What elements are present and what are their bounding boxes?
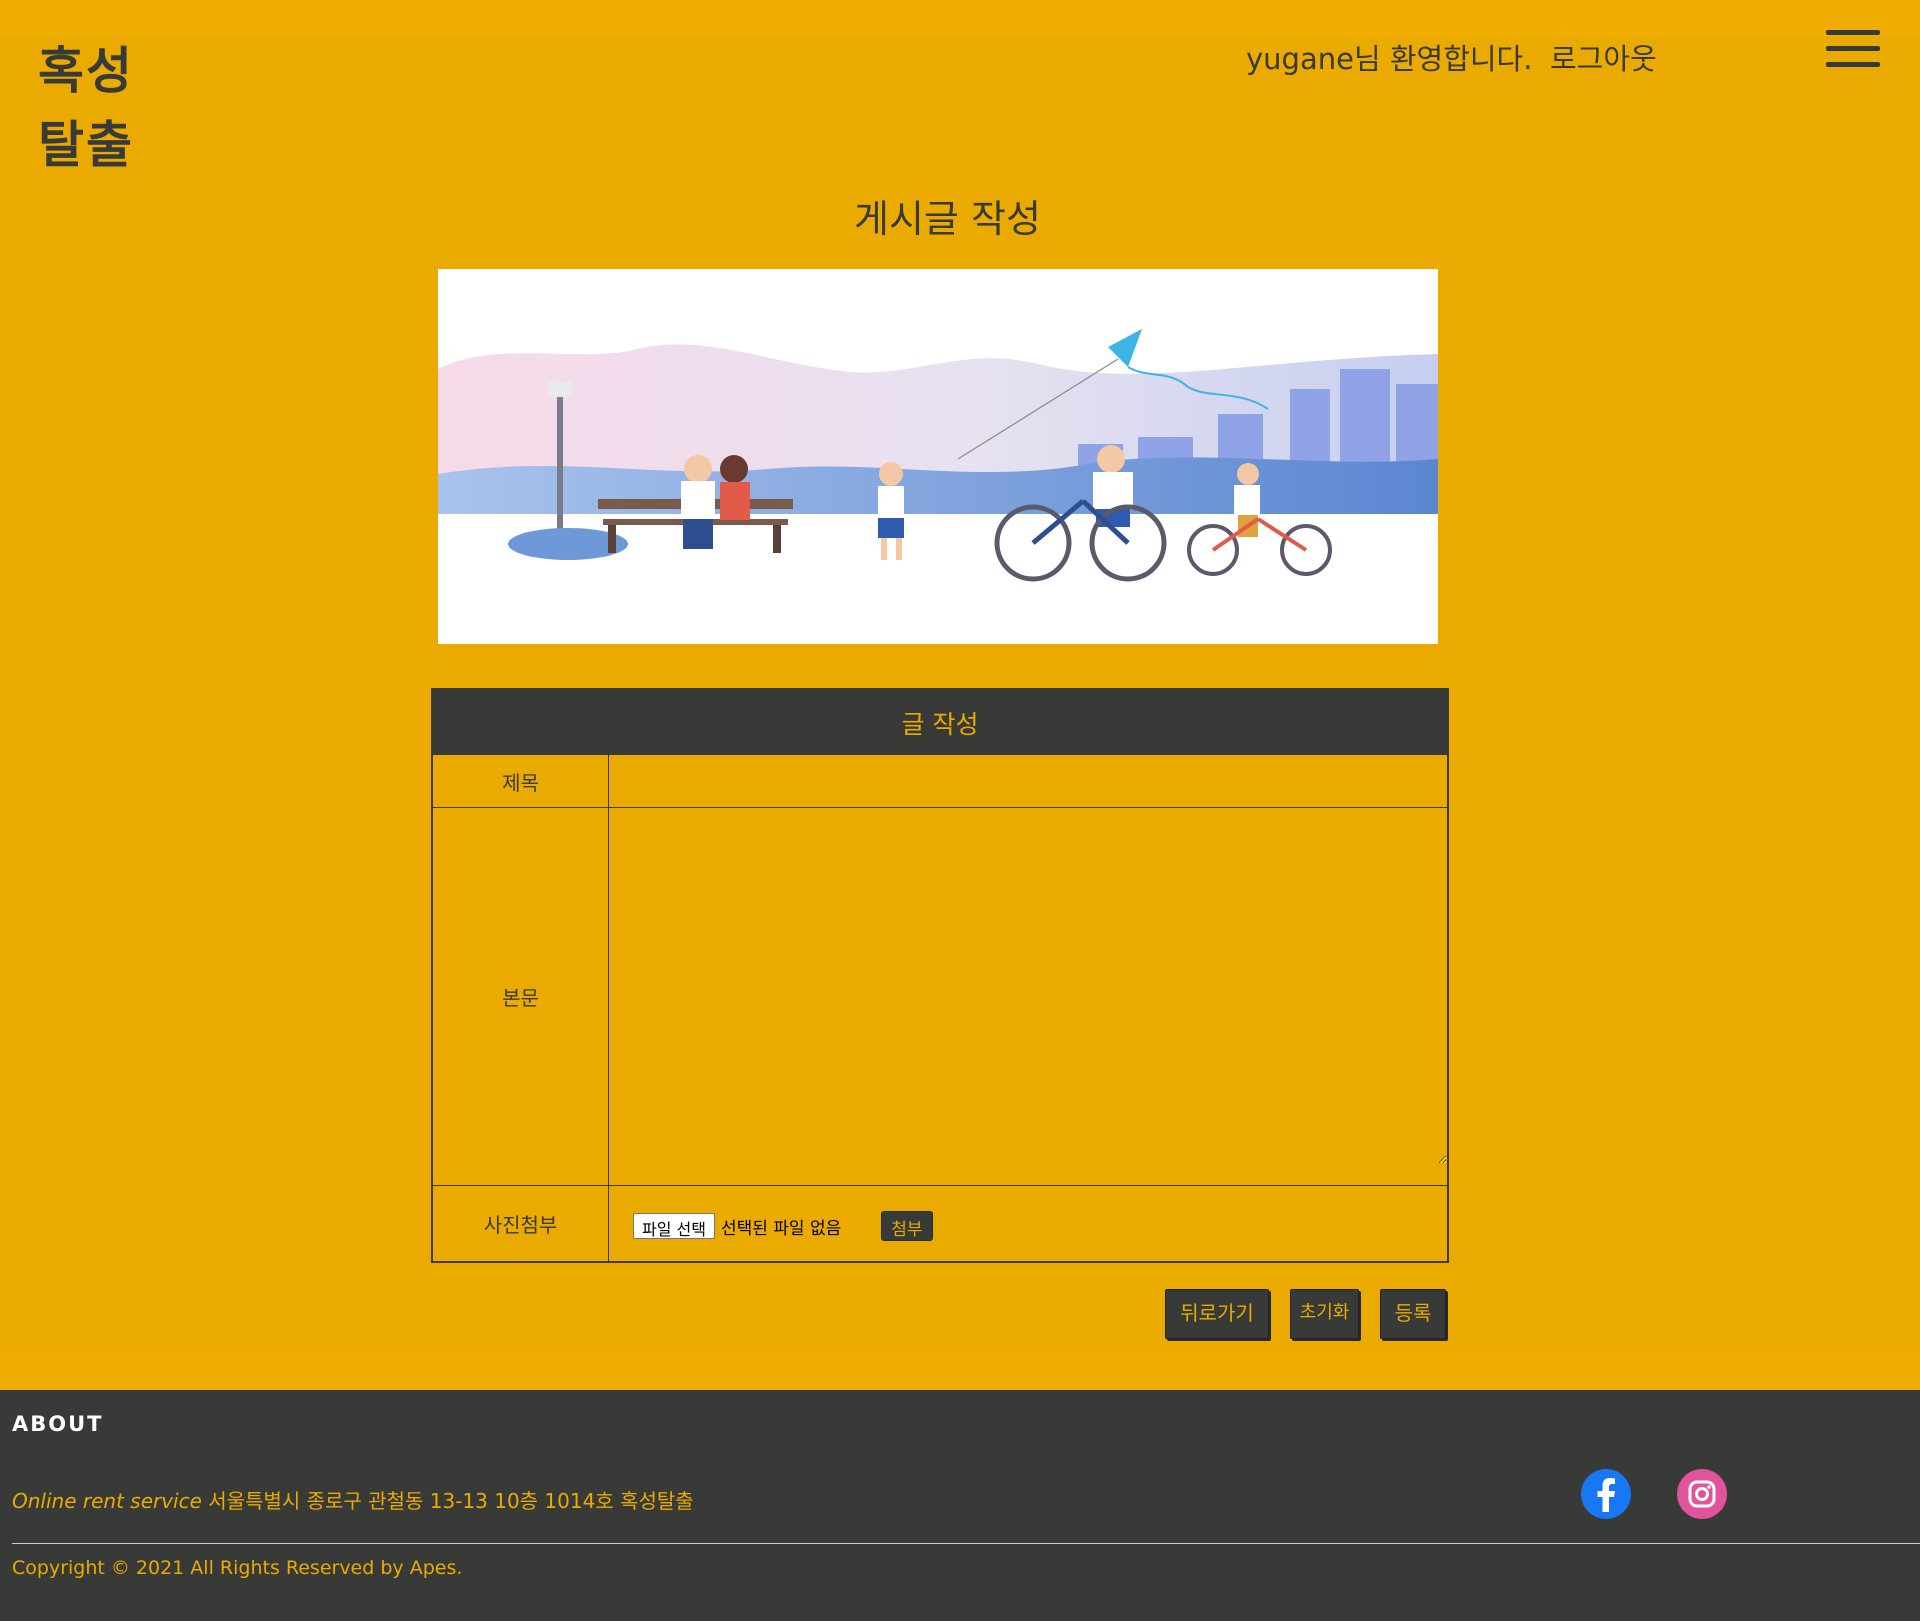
title-cell — [609, 755, 1447, 807]
file-select-button[interactable]: 파일 선택 — [633, 1213, 715, 1239]
hamburger-bar — [1826, 30, 1880, 35]
back-button[interactable]: 뒤로가기 — [1165, 1289, 1269, 1339]
hamburger-bar — [1826, 46, 1880, 51]
hamburger-bar — [1826, 62, 1880, 67]
write-form: 글 작성 제목 본문 사진첨부 파일 선택 선택된 파일 없음 첨부 — [431, 688, 1449, 1263]
logo-line-1: 혹성 — [38, 42, 134, 100]
reset-button[interactable]: 초기화 — [1290, 1289, 1359, 1339]
file-status: 선택된 파일 없음 — [720, 1218, 842, 1239]
park-illustration — [438, 329, 1438, 644]
facebook-icon[interactable] — [1580, 1468, 1632, 1520]
logout-link[interactable]: 로그아웃 — [1550, 36, 1657, 78]
body-textarea[interactable] — [609, 808, 1447, 1164]
body-cell — [609, 808, 1447, 1185]
body-label: 본문 — [433, 808, 609, 1185]
attach-button[interactable]: 첨부 — [881, 1211, 933, 1241]
body-row: 본문 — [433, 807, 1447, 1185]
title-label: 제목 — [433, 755, 609, 807]
title-input[interactable] — [609, 755, 1447, 807]
file-input: 파일 선택 선택된 파일 없음 첨부 — [633, 1211, 933, 1241]
page-title: 게시글 작성 — [854, 197, 1041, 241]
footer: ABOUT Online rent service 서울특별시 종로구 관철동 … — [0, 1390, 1920, 1621]
footer-address: Online rent service 서울특별시 종로구 관철동 13-13 … — [12, 1485, 694, 1514]
form-header: 글 작성 — [433, 690, 1447, 754]
top-band — [0, 0, 1920, 36]
logo-line-2: 탈출 — [38, 116, 134, 174]
welcome-message: yugane님 환영합니다. — [1246, 42, 1533, 76]
banner-image — [438, 269, 1438, 644]
submit-button[interactable]: 등록 — [1380, 1289, 1446, 1339]
footer-address-text: 서울특별시 종로구 관철동 13-13 10층 1014호 혹성탈출 — [201, 1489, 694, 1513]
photo-cell: 파일 선택 선택된 파일 없음 첨부 — [609, 1186, 1447, 1261]
photo-label: 사진첨부 — [433, 1186, 609, 1261]
hamburger-menu-icon[interactable] — [1826, 30, 1880, 70]
footer-about-heading: ABOUT — [12, 1412, 104, 1436]
title-row: 제목 — [433, 754, 1447, 807]
site-logo[interactable]: 혹성 탈출 — [38, 34, 134, 182]
footer-service-name: Online rent service — [12, 1489, 202, 1513]
instagram-icon[interactable] — [1676, 1468, 1728, 1520]
footer-gap — [0, 1352, 1920, 1390]
photo-row: 사진첨부 파일 선택 선택된 파일 없음 첨부 — [433, 1185, 1447, 1261]
footer-divider — [12, 1543, 1920, 1544]
footer-copyright: Copyright © 2021 All Rights Reserved by … — [12, 1557, 463, 1579]
